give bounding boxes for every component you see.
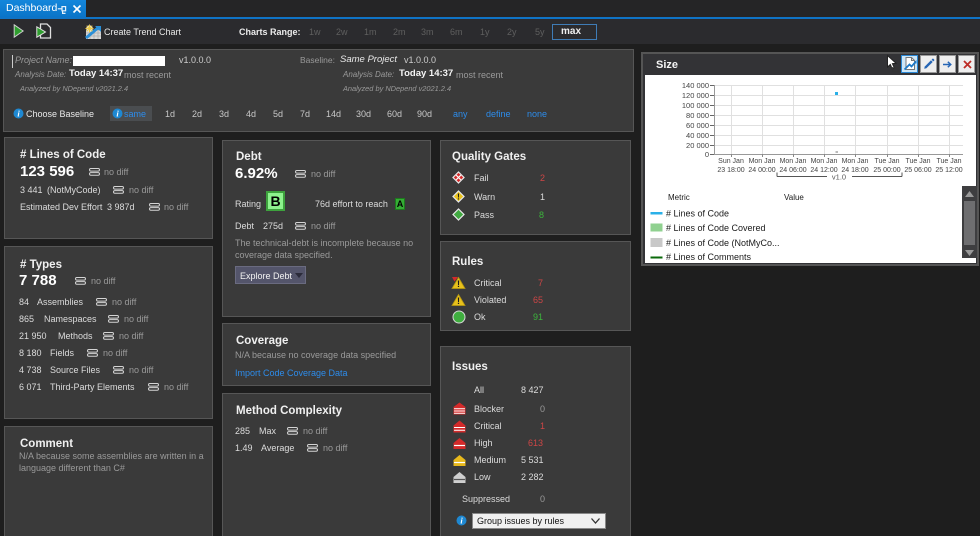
svg-text:25 12:00: 25 12:00: [935, 167, 962, 174]
svg-text:Mon Jan: Mon Jan: [780, 158, 807, 165]
svg-text:20 000: 20 000: [686, 141, 709, 150]
svg-text:!: !: [457, 192, 460, 201]
svg-text:Tue Jan: Tue Jan: [874, 158, 899, 165]
svg-text:Tue Jan: Tue Jan: [936, 158, 961, 165]
svg-text:25 00:00: 25 00:00: [873, 167, 900, 174]
svg-text:140 000: 140 000: [682, 81, 709, 90]
svg-text:Mon Jan: Mon Jan: [842, 158, 869, 165]
svg-text:# Lines of Code (NotMyCo...: # Lines of Code (NotMyCo...: [666, 238, 780, 248]
svg-text:24 00:00: 24 00:00: [748, 167, 775, 174]
svg-text:# Lines of Code: # Lines of Code: [666, 209, 729, 219]
svg-text:23 18:00: 23 18:00: [717, 167, 744, 174]
svg-text:40 000: 40 000: [686, 131, 709, 140]
svg-text:Value: Value: [784, 193, 804, 202]
svg-text:!: !: [457, 279, 460, 289]
svg-text:!: !: [457, 296, 460, 306]
svg-text:v1.0: v1.0: [832, 173, 846, 182]
svg-text:60 000: 60 000: [686, 121, 709, 130]
svg-text:Metric: Metric: [668, 193, 690, 202]
svg-text:80 000: 80 000: [686, 111, 709, 120]
svg-text:# Lines of Code Covered: # Lines of Code Covered: [666, 223, 766, 233]
svg-text:Mon Jan: Mon Jan: [811, 158, 838, 165]
svg-text:24 06:00: 24 06:00: [779, 167, 806, 174]
svg-text:Sun Jan: Sun Jan: [718, 158, 744, 165]
svg-text:Mon Jan: Mon Jan: [749, 158, 776, 165]
svg-text:Tue Jan: Tue Jan: [905, 158, 930, 165]
svg-text:# Lines of Comments: # Lines of Comments: [666, 252, 752, 262]
svg-text:100 000: 100 000: [682, 101, 709, 110]
svg-text:0: 0: [705, 150, 709, 159]
svg-text:120 000: 120 000: [682, 91, 709, 100]
svg-text:25 06:00: 25 06:00: [904, 167, 931, 174]
